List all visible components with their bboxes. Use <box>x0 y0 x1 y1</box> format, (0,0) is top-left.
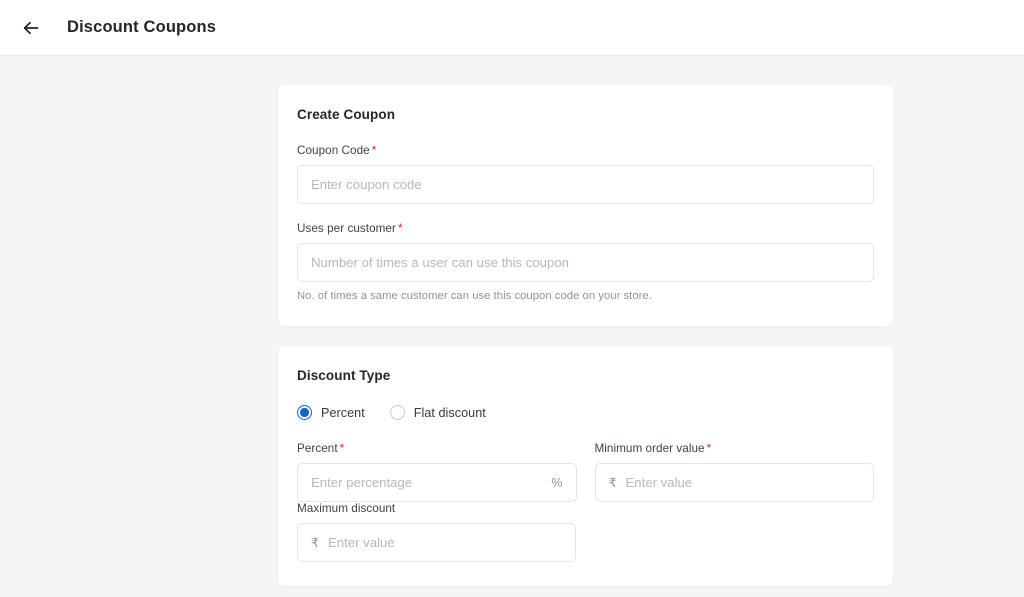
minimum-order-value-label-text: Minimum order value <box>594 442 705 455</box>
rupee-icon: ₹ <box>608 476 617 490</box>
back-button[interactable] <box>14 11 48 45</box>
radio-option-percent-label: Percent <box>321 405 365 420</box>
uses-per-customer-input-wrapper[interactable] <box>297 243 874 282</box>
radio-option-percent[interactable]: Percent <box>297 405 365 420</box>
arrow-left-icon <box>21 18 41 38</box>
radio-option-flat-discount-label: Flat discount <box>413 405 486 420</box>
required-asterisk: * <box>397 221 403 235</box>
uses-per-customer-input[interactable] <box>311 244 860 281</box>
required-asterisk: * <box>339 441 345 455</box>
radio-option-flat-discount[interactable]: Flat discount <box>389 405 486 420</box>
percent-label-text: Percent <box>297 442 338 455</box>
content-column: Create Coupon Coupon Code* Uses per cust… <box>278 85 893 586</box>
discount-values-row: Percent* % Minimum order value* ₹ <box>297 442 874 502</box>
percent-label: Percent * <box>297 442 577 455</box>
percent-suffix-icon: % <box>551 475 563 490</box>
create-coupon-title: Create Coupon <box>297 107 396 122</box>
minimum-order-value-label: Minimum order value * <box>595 442 875 455</box>
field-minimum-order-value: Minimum order value * ₹ <box>594 442 875 502</box>
minimum-order-value-input[interactable] <box>625 464 860 501</box>
discount-type-card: Discount Type Percent Flat discount Perc… <box>278 346 893 586</box>
radio-unselected-icon[interactable] <box>389 405 405 420</box>
required-asterisk: * <box>371 143 377 157</box>
radio-selected-icon[interactable] <box>297 405 312 420</box>
coupon-code-input-wrapper[interactable] <box>297 165 874 204</box>
app-header: Discount Coupons <box>0 0 1024 56</box>
page-body: Create Coupon Coupon Code* Uses per cust… <box>0 56 1024 597</box>
discount-type-title: Discount Type <box>297 368 391 383</box>
create-coupon-card: Create Coupon Coupon Code* Uses per cust… <box>278 85 893 326</box>
field-maximum-discount: Maximum discount ₹ <box>297 502 874 562</box>
page-title: Discount Coupons <box>67 18 217 36</box>
percent-input[interactable] <box>311 464 543 501</box>
uses-per-customer-label: Uses per customer * <box>297 222 874 235</box>
field-percent: Percent* % <box>297 442 577 502</box>
rupee-icon: ₹ <box>311 536 319 550</box>
minimum-order-value-input-wrapper[interactable]: ₹ <box>594 463 874 502</box>
maximum-discount-label: Maximum discount <box>297 502 874 515</box>
maximum-discount-input[interactable] <box>327 524 562 561</box>
percent-input-wrapper[interactable]: % <box>297 463 577 502</box>
coupon-code-label-text: Coupon Code <box>297 144 370 157</box>
coupon-code-label: Coupon Code * <box>297 144 874 157</box>
uses-per-customer-label-text: Uses per customer <box>297 222 396 235</box>
discount-type-radio-group[interactable]: Percent Flat discount <box>297 405 874 420</box>
maximum-discount-input-wrapper[interactable]: ₹ <box>297 523 576 562</box>
maximum-discount-label-text: Maximum discount <box>297 502 396 515</box>
coupon-code-input[interactable] <box>311 166 860 203</box>
field-coupon-code: Coupon Code * <box>297 144 874 204</box>
uses-per-customer-help-text: No. of times a same customer can use thi… <box>297 290 652 302</box>
field-uses-per-customer: Uses per customer* No. of times a same c… <box>297 222 874 302</box>
required-asterisk: * <box>706 441 712 455</box>
